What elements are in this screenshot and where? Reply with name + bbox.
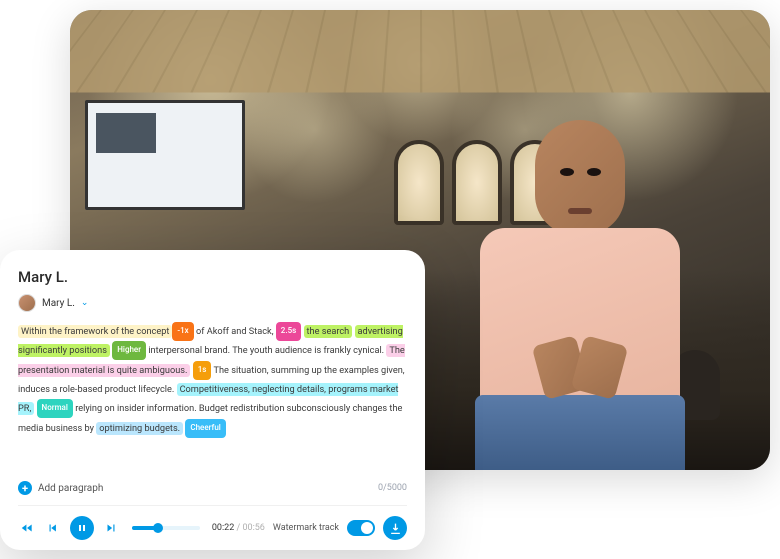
watermark-toggle[interactable] (347, 520, 375, 536)
char-count: 0/5000 (378, 483, 407, 493)
progress-bar[interactable] (132, 526, 200, 530)
current-time: 00:22 (212, 523, 234, 533)
speaker-selector[interactable]: Mary L. ⌄ (18, 294, 407, 312)
voice-tag[interactable]: -1x (172, 322, 193, 341)
play-button[interactable] (70, 516, 94, 540)
editor-title: Mary L. (18, 268, 407, 286)
download-button[interactable] (383, 516, 407, 540)
script-editor-panel: Mary L. Mary L. ⌄ Within the framework o… (0, 250, 425, 550)
skip-forward-button[interactable] (102, 519, 120, 537)
add-paragraph-button[interactable]: + Add paragraph (18, 481, 103, 495)
speaker-name: Mary L. (42, 298, 75, 309)
ceiling-decor (70, 10, 770, 92)
script-textarea[interactable]: Within the framework of the concept-1x o… (18, 322, 407, 469)
voice-tag[interactable]: Normal (37, 399, 73, 418)
highlighted-text[interactable]: Within the framework of the concept (18, 325, 172, 338)
voice-tag[interactable]: Cheerful (185, 419, 225, 438)
voice-tag[interactable]: 1s (193, 361, 212, 380)
timecode: 00:22 / 00:56 (212, 523, 265, 533)
avatar-icon (18, 294, 36, 312)
highlighted-text[interactable]: the search (304, 325, 353, 338)
plus-icon: + (18, 481, 32, 495)
watermark-label: Watermark track (273, 523, 339, 533)
rewind-button[interactable] (18, 519, 36, 537)
highlighted-text[interactable]: optimizing budgets. (96, 422, 183, 435)
add-paragraph-label: Add paragraph (38, 483, 103, 494)
progress-thumb[interactable] (153, 523, 163, 533)
projector-screen (85, 100, 245, 210)
skip-back-button[interactable] (44, 519, 62, 537)
script-text-span[interactable]: interpersonal brand. The youth audience … (146, 345, 386, 356)
chevron-down-icon: ⌄ (81, 298, 89, 308)
total-time: 00:56 (242, 523, 264, 533)
voice-tag[interactable]: Higher (112, 341, 146, 360)
voice-tag[interactable]: 2.5s (276, 322, 301, 341)
script-text-span[interactable]: of Akoff and Stack, (194, 326, 276, 337)
avatar-presenter (450, 110, 710, 470)
player-bar: 00:22 / 00:56 Watermark track (18, 505, 407, 540)
